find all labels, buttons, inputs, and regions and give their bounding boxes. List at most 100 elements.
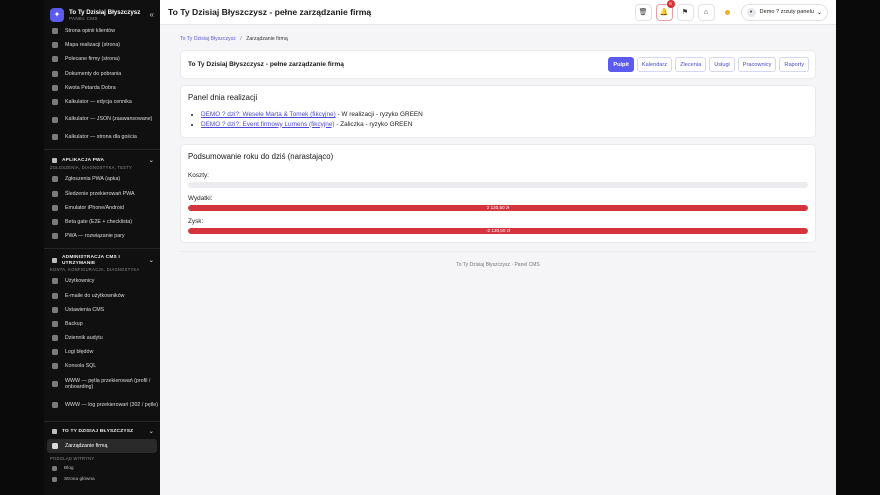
event-link[interactable]: DEMO ? dzi?: Wesele Marta & Tomek (fikcy… [201, 111, 336, 118]
sidebar-item-sql[interactable]: Konsola SQL [44, 359, 160, 373]
terminal-icon [52, 363, 58, 370]
sidebar-item-label: Kalkulator — strona dla gościa [65, 134, 137, 141]
profit-value: -2 130,50 zł [485, 228, 510, 233]
double-chevron-left-icon[interactable]: « [150, 10, 154, 19]
main-area: To Ty Dzisiaj Błyszczysz - pełne zarządz… [160, 0, 836, 495]
sidebar-nav-top: Strona opinii klientów Mapa realizacji (… [44, 24, 160, 144]
topbar: To Ty Dzisiaj Błyszczysz - pełne zarządz… [160, 0, 836, 25]
expenses-value: 2 130,50 zł [486, 205, 510, 210]
server-icon [52, 258, 57, 264]
gear-icon [52, 306, 58, 313]
star-icon [52, 429, 57, 435]
costs-label: Koszty: [188, 172, 209, 179]
divider [44, 248, 160, 250]
sidebar: ✦ To Ty Dzisiaj Błyszczysz PANEL CMS « S… [44, 0, 160, 495]
link-icon [52, 233, 58, 240]
tab-kalendarz[interactable]: Kalendarz [636, 57, 673, 72]
section-admin-toggle[interactable]: ADMINISTRACJA CMS I UTRZYMANIE ⌄ [44, 254, 160, 267]
expenses-bar: 2 130,50 zł [188, 205, 808, 211]
summary-title: Podsumowanie roku do dziś (narastająco) [188, 152, 334, 161]
tab-raporty[interactable]: Raporty [779, 57, 809, 72]
daily-list: DEMO ? dzi?: Wesele Marta & Tomek (fikcy… [188, 110, 808, 129]
thumbs-up-icon [52, 56, 58, 63]
sidebar-item-zarzadzanie[interactable]: Zarządzanie firmą [47, 438, 157, 453]
sidebar-item-www-log[interactable]: WWW — log przekierowań (302 / pętle) [44, 395, 160, 416]
loop-icon [52, 381, 58, 388]
brand-subtitle: PANEL CMS [69, 15, 98, 21]
chevron-down-icon: ⌄ [816, 9, 822, 16]
user-menu[interactable]: ● Demo ? zrzuty panelu ⌄ [740, 3, 828, 21]
map-icon [52, 42, 58, 49]
sidebar-item-pwa-sledzenie[interactable]: Śledzenie przekierowań PWA [44, 187, 160, 201]
tab-uslugi[interactable]: Usługi [709, 57, 735, 72]
sidebar-item-pwa-beta[interactable]: Beta gate (E2E + checklista) [44, 215, 160, 229]
user-name: Demo ? zrzuty panelu [759, 9, 814, 15]
sidebar-item-label: Polecane firmy (strona) [65, 56, 120, 63]
star-icon [52, 28, 58, 35]
sidebar-item-kalk-cennik[interactable]: Kalkulator — edycja cennika [44, 95, 160, 109]
event-link[interactable]: DEMO ? dzi?: Event firmowy Lumens (fikcy… [201, 121, 335, 128]
sidebar-item-home[interactable]: Strona główna [44, 474, 160, 485]
flag-button[interactable]: ⚑ [676, 3, 694, 21]
page-title: To Ty Dzisiaj Błyszczysz - pełne zarządz… [168, 7, 372, 17]
notification-badge: 6 [666, 0, 675, 8]
divider [44, 149, 160, 151]
external-link-icon [52, 476, 57, 482]
sidebar-item-label: Kwota Petarda Dobra [65, 84, 116, 91]
file-icon [52, 70, 58, 77]
user-avatar-icon: ● [746, 7, 756, 17]
chevron-down-icon: ⌄ [148, 258, 154, 265]
sidebar-item-uzytkownicy[interactable]: Użytkownicy [44, 274, 160, 288]
bell-icon: 🔔 [659, 9, 669, 16]
trash-icon: 🗑 [638, 9, 648, 16]
database-icon [52, 320, 58, 327]
sidebar-item-emaile[interactable]: E-maile do użytkowników [44, 288, 160, 302]
sidebar-item-kalk-gosc[interactable]: Kalkulator — strona dla gościa [44, 130, 160, 144]
tab-pracownicy[interactable]: Pracownicy [737, 57, 777, 72]
flask-icon [52, 218, 58, 225]
home-button[interactable]: ⌂ [697, 3, 715, 21]
phone-icon [52, 204, 58, 211]
clipboard-icon [52, 335, 58, 342]
status-dot-icon [724, 9, 730, 15]
mail-icon [52, 292, 58, 299]
profit-bar: -2 130,50 zł [188, 228, 808, 234]
sidebar-item-label: WWW — log przekierowań (302 / pętle) [65, 401, 159, 408]
trash-button[interactable]: 🗑 [634, 3, 652, 21]
sidebar-item-polecane[interactable]: Polecane firmy (strona) [44, 52, 160, 66]
sidebar-item-pwa-zgloszenia[interactable]: Zgłoszenia PWA (apka) [44, 172, 160, 186]
sidebar-item-pwa-pary[interactable]: PWA — rozwiązanie pary [44, 229, 160, 243]
sidebar-item-label: Strona główna [64, 476, 95, 482]
sidebar-item-www-petla[interactable]: WWW — pętla przekierowań (profil / onboa… [44, 374, 160, 395]
sidebar-item-label: Backup [65, 320, 83, 327]
tab-zlecenia[interactable]: Zlecenia [675, 57, 707, 72]
section-subtitle: ZGŁOSZENIA, DIAGNOSTYKA, TESTY [50, 165, 133, 171]
breadcrumb-home[interactable]: To Ty Dzisiaj Błyszczysz [180, 36, 236, 42]
section-pwa-toggle[interactable]: APLIKACJA PWA ⌄ [44, 155, 160, 165]
sidebar-item-dokumenty[interactable]: Dokumenty do pobrania [44, 67, 160, 81]
section-company-toggle[interactable]: TO TY DZISIAJ BŁYSZCZYSZ ⌄ [44, 427, 160, 437]
sidebar-item-kalk-json[interactable]: Kalkulator — JSON (zaawansowane) [44, 109, 160, 130]
sidebar-item-label: Emulator iPhone/Android [65, 204, 124, 211]
sidebar-item-backup[interactable]: Backup [44, 317, 160, 331]
sidebar-item-label: Kalkulator — JSON (zaawansowane) [65, 116, 153, 123]
sidebar-item-label: Zgłoszenia PWA (apka) [65, 176, 121, 183]
sidebar-item-pwa-emulator[interactable]: Emulator iPhone/Android [44, 201, 160, 215]
sidebar-item-label: Kalkulator — edycja cennika [65, 99, 132, 106]
sidebar-item-label: Blog [64, 465, 74, 471]
inbox-icon [52, 176, 58, 183]
breadcrumb-separator: / [240, 36, 242, 42]
sidebar-item-blog[interactable]: Blog [44, 463, 160, 474]
sidebar-item-ustawienia[interactable]: Ustawienia CMS [44, 303, 160, 317]
sidebar-item-logi[interactable]: Logi błędów [44, 345, 160, 359]
sidebar-item-audyt[interactable]: Dziennik audytu [44, 331, 160, 345]
sidebar-item-mapa[interactable]: Mapa realizacji (strona) [44, 38, 160, 52]
sidebar-item-opinie[interactable]: Strona opinii klientów [44, 24, 160, 38]
chevron-down-icon: ⌄ [148, 429, 154, 436]
sidebar-item-kwota[interactable]: Kwota Petarda Dobra [44, 81, 160, 95]
home-icon: ⌂ [703, 8, 709, 16]
section-subtitle: KONTA, KONFIGURACJA, DIAGNOSTYKA [50, 267, 140, 273]
external-link-icon [52, 465, 57, 471]
notifications-button[interactable]: 🔔 6 [655, 0, 675, 21]
tab-pulpit[interactable]: Pulpit [608, 57, 634, 72]
